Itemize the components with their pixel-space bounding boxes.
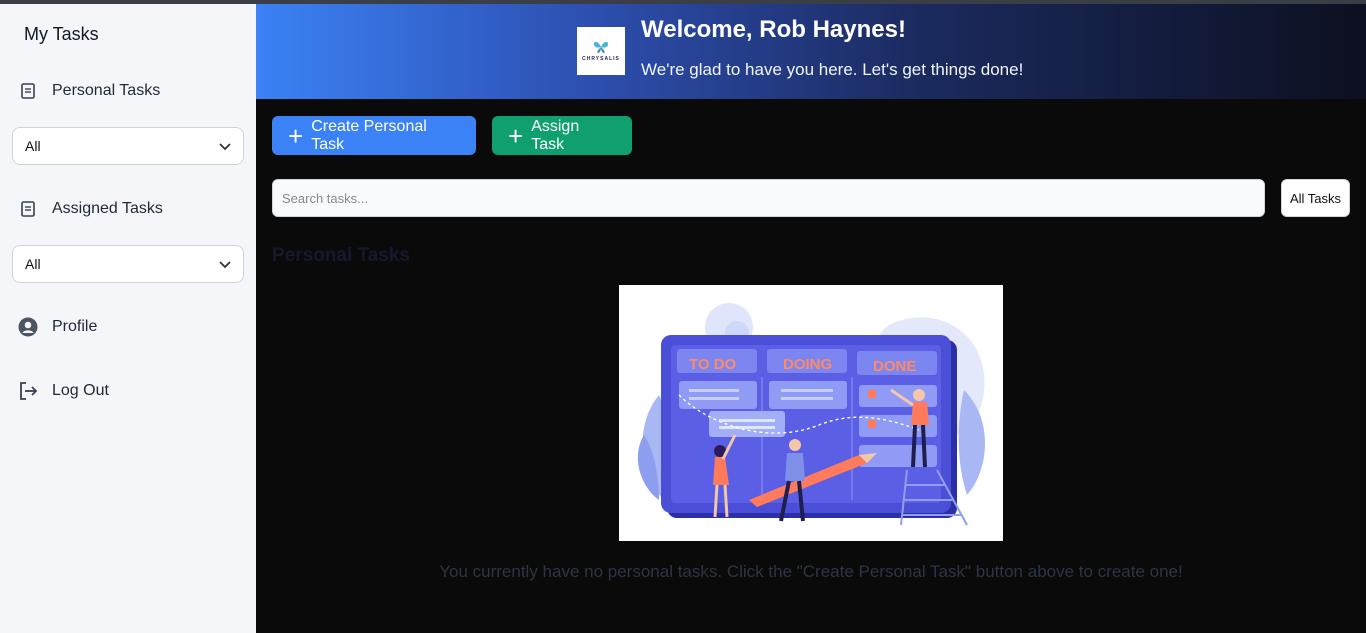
sidebar-item-profile[interactable]: Profile [18, 317, 97, 337]
chevron-down-icon [219, 256, 231, 272]
search-input[interactable] [272, 179, 1265, 217]
personal-filter-value: All [25, 138, 41, 154]
user-circle-icon [18, 317, 38, 337]
sidebar: My Tasks Personal Tasks All Assigned Tas… [0, 4, 256, 633]
sidebar-item-label: Profile [52, 318, 98, 335]
create-personal-task-button[interactable]: + Create Personal Task [272, 116, 476, 155]
plus-icon: + [508, 120, 524, 151]
sidebar-item-label: Personal Tasks [52, 82, 161, 99]
board-column-doing: DOING [783, 356, 832, 373]
section-title: Personal Tasks [272, 245, 411, 266]
chevron-down-icon [219, 138, 231, 154]
board-column-done: DONE [873, 358, 916, 375]
sidebar-item-assigned-tasks[interactable]: Assigned Tasks [18, 199, 163, 219]
welcome-subtitle: We're glad to have you here. Let's get t… [641, 60, 1024, 79]
logout-icon [18, 381, 38, 401]
logo-text: CHRYSALIS [582, 56, 620, 62]
board-column-todo: TO DO [689, 356, 737, 373]
welcome-heading: Welcome, Rob Haynes! [641, 16, 906, 43]
task-filter-button[interactable]: All Tasks [1281, 179, 1350, 217]
sidebar-item-personal-tasks[interactable]: Personal Tasks [18, 81, 160, 101]
document-icon [18, 199, 38, 219]
sidebar-item-label: Log Out [52, 382, 109, 399]
butterfly-icon [593, 41, 609, 53]
assigned-filter-select[interactable]: All [12, 245, 244, 283]
company-logo: CHRYSALIS [577, 27, 625, 75]
sidebar-item-label: Assigned Tasks [52, 200, 163, 217]
button-label: Assign Task [531, 117, 580, 153]
assign-task-button[interactable]: + Assign Task [492, 116, 632, 155]
personal-filter-select[interactable]: All [12, 127, 244, 165]
empty-state-illustration: TO DO DOING DONE [619, 285, 1003, 541]
sidebar-item-logout[interactable]: Log Out [18, 381, 109, 401]
sidebar-title: My Tasks [24, 24, 99, 44]
welcome-banner: CHRYSALIS Welcome, Rob Haynes! We're gla… [256, 4, 1366, 99]
plus-icon: + [288, 120, 304, 151]
document-icon [18, 81, 38, 101]
assigned-filter-value: All [25, 256, 41, 272]
button-label: Create Personal Task [311, 117, 427, 153]
empty-state-message: You currently have no personal tasks. Cl… [439, 562, 1183, 581]
